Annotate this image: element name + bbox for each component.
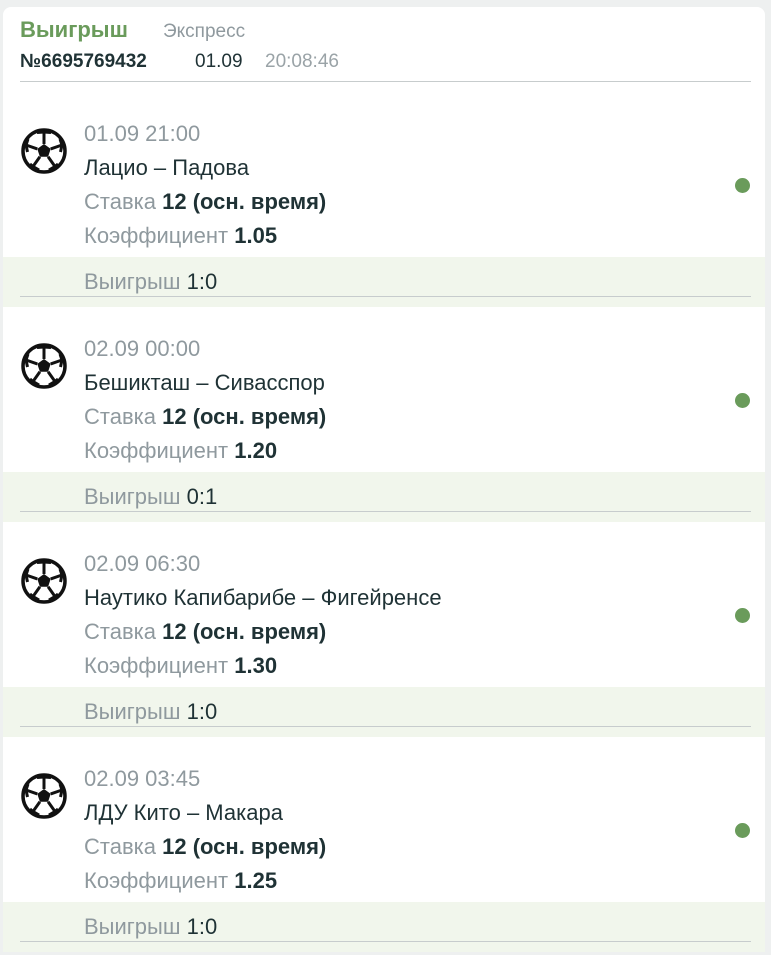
bet-card: Выигрыш Экспресс №6695769432 01.09 20:08…	[3, 7, 765, 952]
event-stake: Ставка 12 (осн. время)	[84, 619, 326, 645]
event-result: Выигрыш 0:1	[3, 472, 765, 522]
stake-value: 12 (осн. время)	[162, 619, 327, 644]
stake-label: Ставка	[84, 189, 156, 214]
coef-label: Коэффициент	[84, 438, 229, 463]
divider	[20, 81, 751, 82]
event-result: Выигрыш 1:0	[3, 687, 765, 737]
result-label: Выигрыш	[84, 484, 181, 509]
event-stake: Ставка 12 (осн. время)	[84, 404, 326, 430]
event-datetime: 02.09 03:45	[84, 766, 201, 791]
win-status-dot	[735, 393, 750, 408]
event-result: Выигрыш 1:0	[3, 902, 765, 952]
result-score: 1:0	[186, 269, 218, 294]
result-text: Выигрыш 1:0	[84, 914, 217, 940]
soccer-ball-icon	[20, 557, 68, 605]
event-match[interactable]: Наутико Капибарибе – Фигейренсе	[84, 585, 442, 611]
coef-label: Коэффициент	[84, 653, 229, 678]
event-item[interactable]: 02.09 06:30 Наутико Капибарибе – Фигейрен…	[3, 525, 765, 740]
divider	[20, 511, 751, 512]
stake-value: 12 (осн. время)	[162, 834, 327, 859]
event-coefficient: Коэффициент 1.25	[84, 868, 277, 894]
event-item[interactable]: 02.09 00:00 Бешикташ – Сивасспор Ставка 12…	[3, 310, 765, 525]
stake-label: Ставка	[84, 619, 156, 644]
result-text: Выигрыш 0:1	[84, 484, 217, 510]
result-score: 1:0	[186, 914, 218, 939]
event-result: Выигрыш 1:0	[3, 257, 765, 307]
coef-value: 1.25	[234, 868, 278, 893]
result-label: Выигрыш	[84, 699, 181, 724]
event-match[interactable]: Бешикташ – Сивасспор	[84, 370, 325, 396]
stake-value: 12 (осн. время)	[162, 189, 327, 214]
win-status-dot	[735, 608, 750, 623]
stake-label: Ставка	[84, 404, 156, 429]
divider	[20, 726, 751, 727]
bet-time: 20:08:46	[265, 51, 339, 72]
event-stake: Ставка 12 (осн. время)	[84, 834, 326, 860]
bet-date: 01.09	[195, 51, 243, 72]
soccer-ball-icon	[20, 342, 68, 390]
stake-value: 12 (осн. время)	[162, 404, 327, 429]
result-text: Выигрыш 1:0	[84, 269, 217, 295]
event-coefficient: Коэффициент 1.30	[84, 653, 277, 679]
soccer-ball-icon	[20, 772, 68, 820]
result-label: Выигрыш	[84, 914, 181, 939]
coef-label: Коэффициент	[84, 223, 229, 248]
event-item[interactable]: 01.09 21:00 Лацио – Падова Ставка 12 (осн.…	[3, 95, 765, 310]
result-score: 0:1	[186, 484, 218, 509]
coef-value: 1.05	[234, 223, 278, 248]
event-match[interactable]: ЛДУ Кито – Макара	[84, 800, 283, 826]
soccer-ball-icon	[20, 127, 68, 175]
event-match[interactable]: Лацио – Падова	[84, 155, 249, 181]
result-text: Выигрыш 1:0	[84, 699, 217, 725]
coef-label: Коэффициент	[84, 868, 229, 893]
event-item[interactable]: 02.09 03:45 ЛДУ Кито – Макара Ставка 12 (о…	[3, 740, 765, 955]
win-status-dot	[735, 823, 750, 838]
event-datetime: 02.09 06:30	[84, 551, 201, 576]
coef-value: 1.20	[234, 438, 278, 463]
result-label: Выигрыш	[84, 269, 181, 294]
result-score: 1:0	[186, 699, 218, 724]
event-coefficient: Коэффициент 1.20	[84, 438, 277, 464]
event-coefficient: Коэффициент 1.05	[84, 223, 277, 249]
divider	[20, 296, 751, 297]
stake-label: Ставка	[84, 834, 156, 859]
bet-status: Выигрыш	[20, 17, 128, 42]
event-stake: Ставка 12 (осн. время)	[84, 189, 326, 215]
event-datetime: 01.09 21:00	[84, 121, 201, 146]
bet-number[interactable]: №6695769432	[20, 51, 147, 73]
coef-value: 1.30	[234, 653, 278, 678]
event-datetime: 02.09 00:00	[84, 336, 201, 361]
bet-type: Экспресс	[163, 21, 246, 42]
win-status-dot	[735, 178, 750, 193]
